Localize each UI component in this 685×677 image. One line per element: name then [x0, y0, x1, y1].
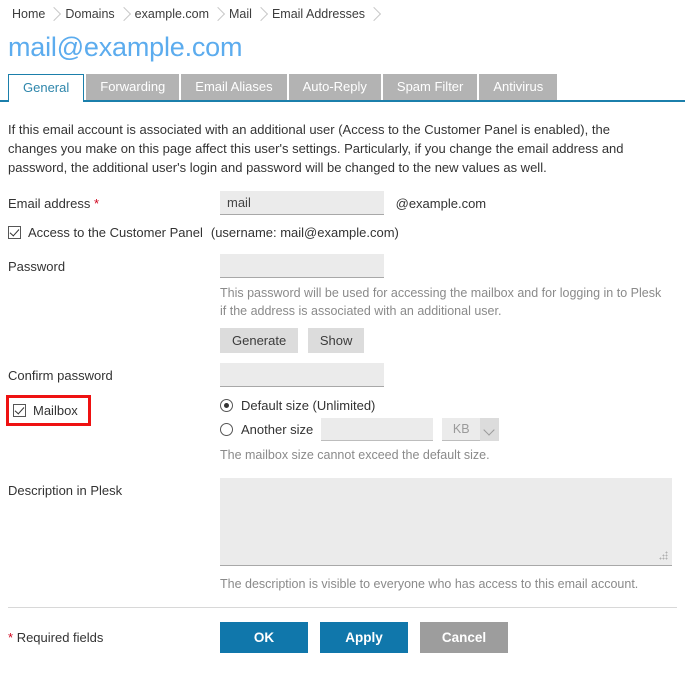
another-size-label: Another size — [241, 422, 314, 437]
field-row-password: Password This password will be used for … — [8, 254, 677, 353]
mailbox-label-cell: Mailbox — [6, 395, 220, 426]
customer-panel-label: Access to the Customer Panel — [28, 225, 203, 240]
password-hint: This password will be used for accessing… — [220, 286, 662, 318]
show-password-button[interactable]: Show — [307, 328, 365, 353]
radio-row-default-size[interactable]: Default size (Unlimited) — [220, 398, 677, 413]
breadcrumb-item-home[interactable]: Home — [6, 0, 59, 28]
field-row-customer-panel: Access to the Customer Panel (username: … — [8, 225, 677, 240]
password-label: Password — [8, 259, 66, 274]
customer-panel-checkbox-line[interactable]: Access to the Customer Panel (username: … — [8, 225, 399, 240]
breadcrumb: Home Domains example.com Mail Email Addr… — [0, 0, 685, 28]
mailbox-label: Mailbox — [33, 403, 78, 418]
chevron-down-icon[interactable] — [480, 417, 500, 441]
mailbox-size-input[interactable] — [321, 418, 434, 441]
confirm-password-field-group — [220, 363, 677, 387]
mailbox-unit-value: KB — [452, 422, 470, 436]
breadcrumb-item-mail[interactable]: Mail — [223, 0, 266, 28]
description-textarea[interactable] — [220, 478, 672, 566]
breadcrumb-item-email-addresses[interactable]: Email Addresses — [266, 0, 379, 28]
confirm-password-input[interactable] — [220, 363, 384, 387]
radio-icon-default-size[interactable] — [220, 399, 233, 412]
description-label: Description in Plesk — [8, 483, 123, 498]
tab-forwarding[interactable]: Forwarding — [86, 74, 180, 100]
tab-auto-reply[interactable]: Auto-Reply — [288, 74, 381, 100]
mailbox-options-group: Default size (Unlimited) Another size KB… — [220, 395, 677, 464]
breadcrumb-item-domains[interactable]: Domains — [59, 0, 128, 28]
description-textarea-wrap — [220, 478, 672, 566]
mailbox-unit-select[interactable]: KB — [442, 417, 500, 441]
checkbox-icon-mailbox[interactable] — [13, 404, 26, 417]
field-row-email-address: Email address * @example.com — [8, 191, 677, 215]
tab-bar: General Forwarding Email Aliases Auto-Re… — [0, 74, 685, 102]
password-field-group: This password will be used for accessing… — [220, 254, 677, 353]
tab-email-aliases[interactable]: Email Aliases — [181, 74, 287, 100]
mailbox-hint: The mailbox size cannot exceed the defau… — [220, 448, 490, 462]
tab-spam-filter[interactable]: Spam Filter — [382, 74, 478, 100]
confirm-password-label: Confirm password — [8, 368, 113, 383]
field-row-description: Description in Plesk The description is … — [8, 478, 677, 593]
checkbox-icon-customer-panel[interactable] — [8, 226, 21, 239]
customer-panel-username-note: (username: mail@example.com) — [210, 225, 399, 240]
mailbox-highlight-box: Mailbox — [6, 395, 91, 426]
default-size-label: Default size (Unlimited) — [241, 398, 376, 413]
required-fields-note: * Required fields — [8, 630, 220, 645]
form-footer: * Required fields OK Apply Cancel — [0, 608, 685, 653]
breadcrumb-item-example-com[interactable]: example.com — [129, 0, 223, 28]
email-address-input[interactable] — [220, 191, 384, 215]
required-fields-text: Required fields — [16, 630, 104, 645]
email-address-label: Email address * — [8, 191, 220, 212]
email-domain-suffix: @example.com — [395, 195, 487, 211]
radio-row-another-size[interactable]: Another size KB — [220, 417, 677, 441]
password-input[interactable] — [220, 254, 384, 278]
ok-button[interactable]: OK — [220, 622, 308, 653]
email-address-label-text: Email address — [8, 196, 91, 211]
email-address-field-group: @example.com — [220, 191, 677, 215]
radio-icon-another-size[interactable] — [220, 423, 233, 436]
description-hint: The description is visible to everyone w… — [220, 577, 639, 591]
generate-password-button[interactable]: Generate — [220, 328, 299, 353]
field-row-confirm-password: Confirm password — [8, 363, 677, 387]
required-asterisk: * — [8, 630, 14, 645]
required-marker: * — [94, 196, 100, 211]
field-row-mailbox: Mailbox Default size (Unlimited) Another… — [6, 395, 677, 464]
cancel-button[interactable]: Cancel — [420, 622, 508, 653]
tab-general[interactable]: General — [8, 74, 85, 102]
form-content: If this email account is associated with… — [0, 102, 685, 608]
tab-antivirus[interactable]: Antivirus — [479, 74, 558, 100]
intro-text: If this email account is associated with… — [8, 122, 624, 175]
description-field-group: The description is visible to everyone w… — [220, 478, 677, 593]
page-title: mail@example.com — [8, 32, 243, 62]
apply-button[interactable]: Apply — [320, 622, 408, 653]
